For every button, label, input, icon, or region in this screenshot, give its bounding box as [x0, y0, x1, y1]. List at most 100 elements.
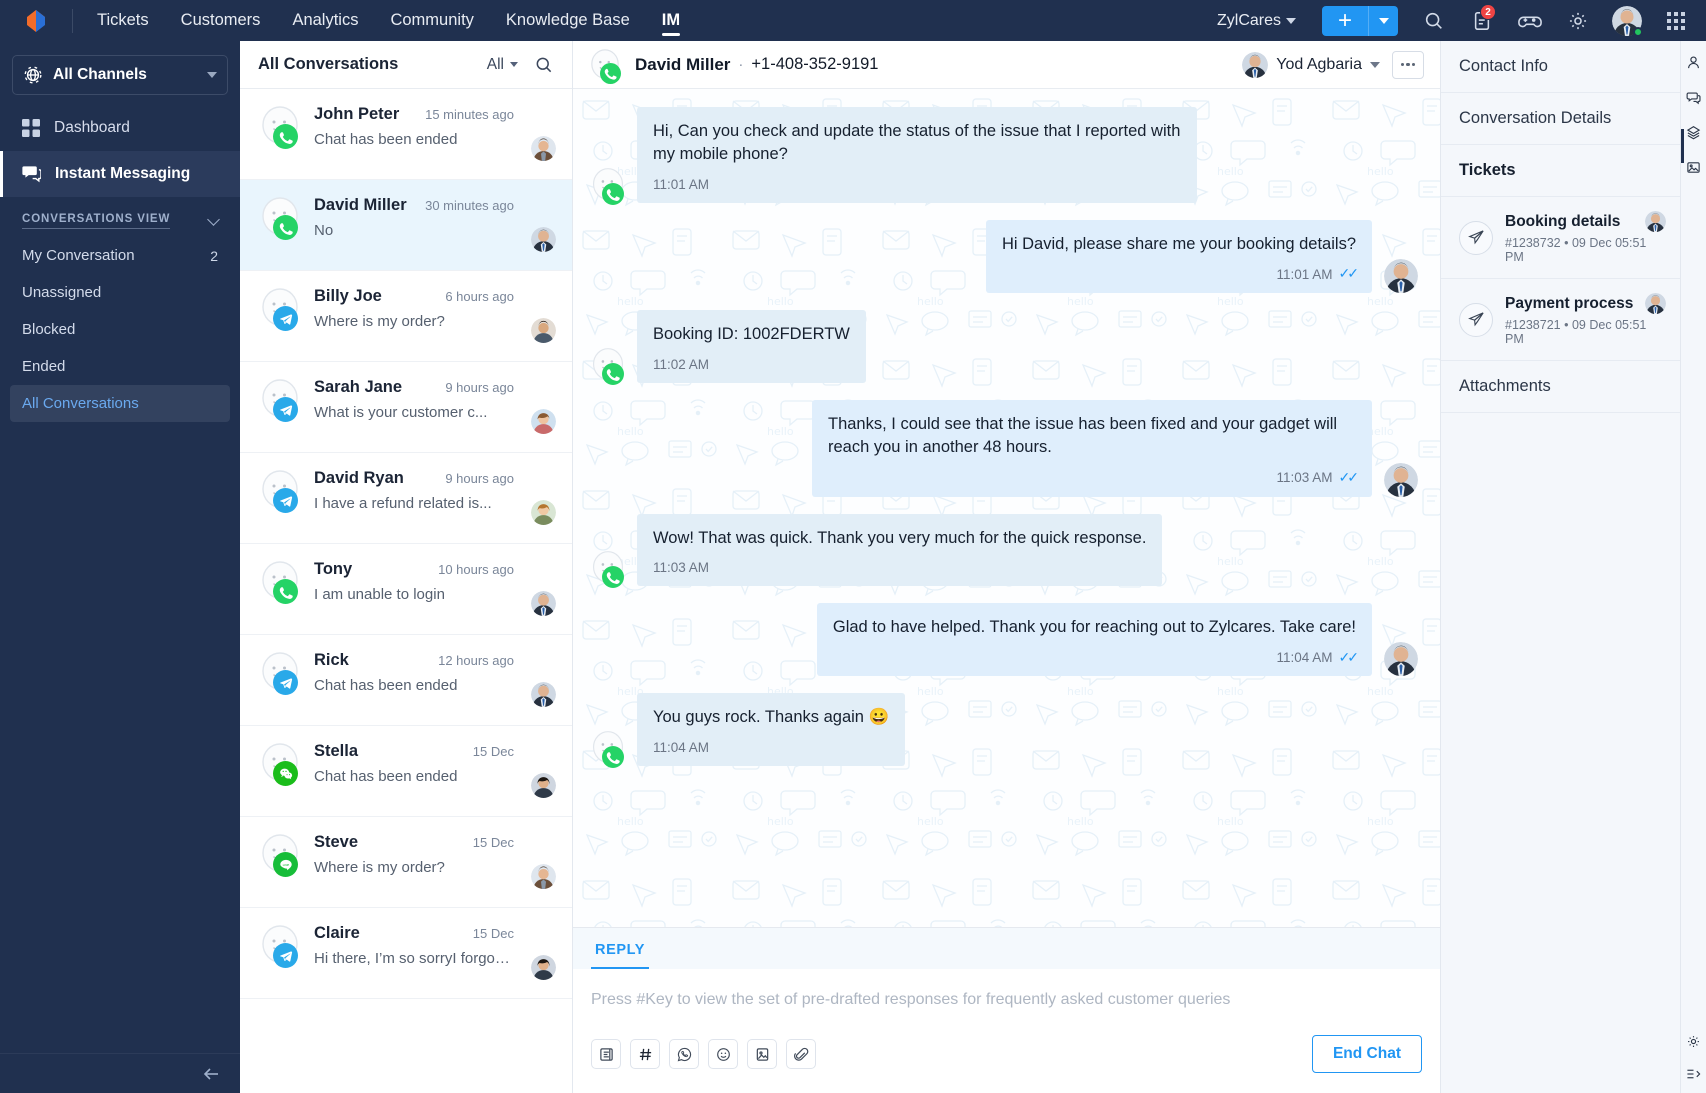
sidebar-item-instant-messaging[interactable]: Instant Messaging — [0, 151, 240, 197]
conversation-list-item[interactable]: Billy Joe 6 hours ago Where is my order? — [240, 271, 572, 362]
search-icon — [1425, 12, 1442, 29]
app-body: All Channels Dashboard Instant Messaging… — [0, 41, 1706, 1093]
conversation-list-item[interactable]: David Ryan 9 hours ago I have a refund r… — [240, 453, 572, 544]
chat-contact-name: David Miller — [635, 54, 731, 74]
rail-contact-person-button[interactable] — [1686, 55, 1701, 70]
gear-icon — [1688, 1036, 1699, 1047]
conversation-top-row: Rick 12 hours ago — [314, 651, 514, 670]
nav-analytics[interactable]: Analytics — [276, 0, 374, 41]
chat-more-options-button[interactable] — [1392, 50, 1424, 79]
telegram-icon — [273, 488, 298, 513]
conversation-list-item[interactable]: Stella 15 Dec Chat has been ended — [240, 726, 572, 817]
assignee-name: Yod Agbaria — [1276, 55, 1362, 73]
conversation-agent — [526, 742, 556, 798]
gamification-button[interactable] — [1506, 0, 1554, 41]
rail-settings-button[interactable] — [1686, 1034, 1701, 1049]
rail-bottom-group — [1686, 1034, 1701, 1093]
hash-shortcut-button[interactable] — [630, 1039, 660, 1069]
conversation-search-button[interactable] — [534, 55, 554, 75]
conversation-contact-name: David Ryan — [314, 469, 404, 487]
ticket-list-item[interactable]: Payment process #1238721 • 09 Dec 05:51 … — [1441, 279, 1680, 361]
canned-response-button[interactable] — [591, 1039, 621, 1069]
message-text: Thanks, I could see that the issue has b… — [828, 414, 1338, 457]
conversation-list-item[interactable]: Tony 10 hours ago I am unable to login — [240, 544, 572, 635]
add-dropdown-button[interactable] — [1368, 5, 1398, 36]
rail-attachments-button[interactable] — [1686, 160, 1701, 175]
app-logo[interactable] — [0, 8, 72, 34]
sidebar-item-all-conversations[interactable]: All Conversations — [10, 385, 230, 422]
whatsapp-icon — [602, 566, 624, 589]
conversation-list-item[interactable]: Claire 15 Dec Hi there, I’m so sorryI fo… — [240, 908, 572, 999]
dashboard-icon — [22, 119, 40, 137]
reply-input-wrapper[interactable]: Press #Key to view the set of pre-drafte… — [573, 969, 1440, 1009]
ticket-channel-icon-wrap — [1459, 302, 1493, 337]
sidebar-item-my-conversation[interactable]: My Conversation 2 — [10, 237, 230, 274]
app-switcher-button[interactable] — [1652, 0, 1700, 41]
sidebar-item-label: Blocked — [22, 321, 76, 338]
sidebar-item-unassigned[interactable]: Unassigned — [10, 274, 230, 311]
section-title: CONVERSATIONS VIEW — [22, 213, 171, 229]
rail-tickets-button[interactable] — [1686, 125, 1701, 140]
rail-collapse-button[interactable] — [1686, 1067, 1701, 1081]
conversation-filter-dropdown[interactable]: All — [487, 56, 518, 74]
conversation-list-item[interactable]: John Peter 15 minutes ago Chat has been … — [240, 89, 572, 180]
conversations-view-section-header[interactable]: CONVERSATIONS VIEW — [0, 197, 240, 237]
conversation-contact-name: David Miller — [314, 196, 407, 214]
whatsapp-template-button[interactable] — [669, 1039, 699, 1069]
whatsapp-icon — [677, 1047, 691, 1061]
file-attach-button[interactable] — [786, 1039, 816, 1069]
nav-community[interactable]: Community — [374, 0, 489, 41]
add-button[interactable]: + — [1322, 5, 1368, 36]
channel-selector[interactable]: All Channels — [12, 55, 228, 95]
rail-conversation-button[interactable] — [1686, 90, 1701, 105]
gear-icon — [1569, 12, 1587, 29]
conversation-list-item[interactable]: David Miller 30 minutes ago No — [240, 180, 572, 271]
message-bubble: You guys rock. Thanks again 😀 11:04 AM — [637, 693, 906, 767]
assignee-dropdown[interactable]: Yod Agbaria — [1242, 51, 1380, 78]
message-sender-avatar — [591, 167, 627, 205]
org-switcher[interactable]: ZylCares — [1203, 12, 1310, 30]
panel-section-conversation-details[interactable]: Conversation Details — [1441, 93, 1680, 145]
ticket-id: #1238732 — [1505, 236, 1561, 250]
nav-knowledge-base[interactable]: Knowledge Base — [490, 0, 646, 41]
conversation-timestamp: 30 minutes ago — [425, 198, 514, 213]
conversation-list-item[interactable]: Sarah Jane 9 hours ago What is your cust… — [240, 362, 572, 453]
collapse-left-icon — [203, 1067, 218, 1080]
image-attach-button[interactable] — [747, 1039, 777, 1069]
read-receipt-icon: ✓✓ — [1338, 265, 1360, 282]
sidebar-item-dashboard[interactable]: Dashboard — [0, 105, 240, 151]
whatsapp-icon — [600, 62, 621, 84]
message-timestamp: 11:02 AM — [653, 356, 710, 372]
agent-avatar — [531, 955, 556, 980]
agent-avatar — [531, 591, 556, 616]
conversation-contact-name: Claire — [314, 924, 360, 942]
conversation-contact-name: Rick — [314, 651, 349, 669]
panel-section-attachments[interactable]: Attachments — [1441, 361, 1680, 413]
user-avatar[interactable] — [1612, 5, 1643, 37]
sidebar-item-ended[interactable]: Ended — [10, 348, 230, 385]
sidebar-item-blocked[interactable]: Blocked — [10, 311, 230, 348]
message-timestamp: 11:01 AM — [653, 176, 710, 192]
conversation-list-item[interactable]: Rick 12 hours ago Chat has been ended — [240, 635, 572, 726]
sidebar-item-label: My Conversation — [22, 247, 135, 264]
nav-tickets[interactable]: Tickets — [81, 0, 165, 41]
nav-im[interactable]: IM — [646, 0, 696, 41]
ticket-list-item[interactable]: Booking details #1238732 • 09 Dec 05:51 … — [1441, 197, 1680, 279]
tab-reply[interactable]: REPLY — [591, 942, 650, 969]
messages-area[interactable]: hello Hi, Can you check and update the s… — [573, 89, 1440, 927]
emoji-button[interactable] — [708, 1039, 738, 1069]
conversation-rows[interactable]: John Peter 15 minutes ago Chat has been … — [240, 89, 572, 1093]
nav-customers[interactable]: Customers — [165, 0, 277, 41]
notes-button[interactable]: 2 — [1458, 0, 1506, 41]
settings-button[interactable] — [1554, 0, 1602, 41]
incoming-message: Wow! That was quick. Thank you very much… — [591, 513, 1418, 589]
message-timestamp: 11:01 AM — [1276, 266, 1333, 282]
search-button[interactable] — [1410, 0, 1458, 41]
sidebar-collapse-button[interactable] — [0, 1053, 240, 1093]
ticket-body: Payment process #1238721 • 09 Dec 05:51 … — [1505, 293, 1666, 346]
conversation-list-item[interactable]: LINE Steve 15 Dec Where is my order? — [240, 817, 572, 908]
sidebar-item-count: 2 — [210, 247, 218, 264]
conversation-preview: Chat has been ended — [314, 131, 458, 148]
end-chat-button[interactable]: End Chat — [1311, 1035, 1422, 1073]
panel-section-contact-info[interactable]: Contact Info — [1441, 41, 1680, 93]
